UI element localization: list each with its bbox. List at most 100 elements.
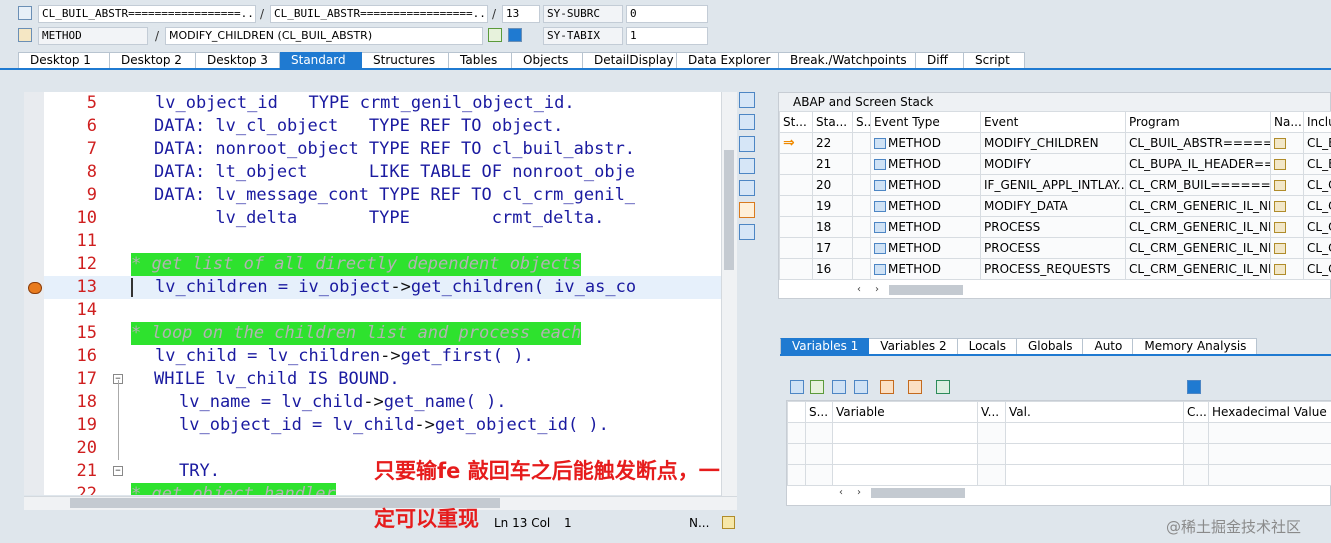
tab-desktop-3[interactable]: Desktop 3	[196, 52, 280, 69]
save-icon[interactable]	[1187, 380, 1201, 394]
col-header[interactable]: S...	[852, 111, 871, 133]
col-header[interactable]: St...	[779, 111, 813, 133]
sort-icon[interactable]	[880, 380, 894, 394]
services-tool-icon[interactable]	[739, 202, 755, 218]
tab-globals[interactable]: Globals	[1016, 338, 1084, 355]
settings-tool-icon[interactable]	[739, 224, 755, 240]
table-row[interactable]: 17 METHOD PROCESSCL_CRM_GENERIC_IL_NE... CL…	[779, 237, 1331, 259]
code-comment: * get list of all directly dependent obj…	[131, 253, 582, 276]
variables-hscroll-thumb[interactable]	[871, 488, 965, 498]
scroll-left-icon[interactable]: ‹	[839, 486, 843, 500]
navigate-icon[interactable]	[488, 28, 502, 42]
stack-level: 21	[812, 153, 853, 175]
desktop-tab-strip: Desktop 1 Desktop 2 Desktop 3 Standard S…	[18, 52, 1025, 69]
line-number-field[interactable]: 13	[502, 5, 540, 23]
info-icon[interactable]	[508, 28, 522, 42]
code-comment: * loop on the children list and process …	[131, 322, 582, 345]
table-row[interactable]: ⇒ 22 METHOD MODIFY_CHILDREN CL_BUIL_ABSTR===…	[779, 132, 1331, 154]
col-header[interactable]: Inclu	[1303, 111, 1331, 133]
col-header[interactable]: Variable	[832, 401, 978, 423]
maximize-tool-icon[interactable]	[739, 158, 755, 174]
col-header[interactable]: Sta...	[812, 111, 853, 133]
paste-icon[interactable]	[810, 380, 824, 394]
col-header[interactable]: Event	[980, 111, 1126, 133]
current-frame-cell	[779, 216, 813, 238]
col-header[interactable]: V...	[977, 401, 1006, 423]
tab-memory-analysis[interactable]: Memory Analysis	[1133, 338, 1258, 355]
transfer-icon[interactable]	[908, 380, 922, 394]
tab-underline	[0, 68, 1331, 70]
tab-variables-1[interactable]: Variables 1	[780, 338, 870, 355]
navigate-icon[interactable]	[1274, 159, 1286, 170]
tab-locals[interactable]: Locals	[957, 338, 1017, 355]
navigate-icon[interactable]	[1274, 138, 1286, 149]
table-row[interactable]: 21 METHOD MODIFYCL_BUPA_IL_HEADER==... CL_B	[779, 153, 1331, 175]
navigate-icon[interactable]	[1274, 222, 1286, 233]
tab-data-explorer[interactable]: Data Explorer	[677, 52, 779, 69]
col-header[interactable]: Na...	[1270, 111, 1304, 133]
tab-standard[interactable]: Standard	[280, 52, 362, 69]
copy-icon[interactable]	[832, 380, 846, 394]
scroll-right-icon[interactable]: ›	[857, 486, 861, 500]
col-header[interactable]: Event Type	[870, 111, 981, 133]
tab-variables-2[interactable]: Variables 2	[869, 338, 958, 355]
program-field[interactable]: CL_BUIL_ABSTR=================...	[38, 5, 256, 23]
delete-icon[interactable]	[790, 380, 804, 394]
breakpoint-icon[interactable]	[28, 282, 42, 294]
object-icon[interactable]	[936, 380, 950, 394]
tab-script[interactable]: Script	[964, 52, 1025, 69]
tab-structures[interactable]: Structures	[362, 52, 449, 69]
col-header[interactable]: Program	[1125, 111, 1271, 133]
navigate-icon[interactable]	[1274, 180, 1286, 191]
navigate-icon[interactable]	[1274, 201, 1286, 212]
swap-tool-icon[interactable]	[739, 136, 755, 152]
tab-diff[interactable]: Diff	[916, 52, 964, 69]
line-number: 13	[76, 277, 97, 297]
sysvar-value-subrc: 0	[626, 5, 708, 23]
close-source-icon[interactable]	[739, 92, 755, 108]
navigate-icon[interactable]	[1274, 243, 1286, 254]
table-row[interactable]: 19 METHOD MODIFY_DATACL_CRM_GENERIC_IL_NE.…	[779, 195, 1331, 217]
source-code-editor[interactable]: 5 lv_object_id TYPE crmt_genil_object_id.…	[24, 92, 737, 495]
tab-auto[interactable]: Auto	[1083, 338, 1134, 355]
tab-objects[interactable]: Objects	[512, 52, 583, 69]
navigate-icon[interactable]	[1274, 264, 1286, 275]
include-field[interactable]: CL_BUIL_ABSTR=================...	[270, 5, 488, 23]
table-row[interactable]: 20 METHOD IF_GENIL_APPL_INTLAY... CL_CRM_BU…	[779, 174, 1331, 196]
stack-level: 22	[812, 132, 853, 154]
table-row[interactable]: 18 METHOD PROCESSCL_CRM_GENERIC_IL_NE... CL…	[779, 216, 1331, 238]
tab-breakpoints[interactable]: Break./Watchpoints	[779, 52, 916, 69]
sysvar-label-subrc: SY-SUBRC	[543, 5, 623, 23]
table-row[interactable]	[787, 443, 1331, 465]
event-name-field[interactable]: MODIFY_CHILDREN (CL_BUIL_ABSTR)	[165, 27, 483, 45]
scroll-left-icon[interactable]: ‹	[857, 283, 861, 297]
table-row[interactable]: 16 METHOD PROCESS_REQUESTS CL_CRM_GENERIC_I…	[779, 258, 1331, 280]
col-header[interactable]: C...	[1183, 401, 1209, 423]
col-header[interactable]: Val.	[1005, 401, 1184, 423]
method-icon	[874, 264, 886, 275]
stack-hscroll-thumb[interactable]	[889, 285, 963, 295]
line-number: 6	[86, 116, 97, 136]
include-name: CL_C	[1303, 174, 1331, 196]
tab-desktop-1[interactable]: Desktop 1	[18, 52, 110, 69]
sysvar-value-tabix: 1	[626, 27, 708, 45]
tab-detaildisplay[interactable]: DetailDisplay	[583, 52, 677, 69]
code-line: 6 DATA: lv_cl_object TYPE REF TO object.	[25, 115, 737, 138]
fold-toggle[interactable]: −	[113, 466, 123, 476]
scroll-right-icon[interactable]: ›	[875, 283, 879, 297]
tab-tables[interactable]: Tables	[449, 52, 512, 69]
filter-icon[interactable]	[854, 380, 868, 394]
new-tool-icon[interactable]	[739, 114, 755, 130]
event-name: MODIFY_CHILDREN	[980, 132, 1126, 154]
tab-desktop-2[interactable]: Desktop 2	[110, 52, 196, 69]
editor-scroll-thumb[interactable]	[724, 150, 734, 270]
stack-level: 19	[812, 195, 853, 217]
col-header[interactable]: S...	[805, 401, 833, 423]
col-header[interactable]	[787, 401, 806, 423]
table-row[interactable]	[787, 464, 1331, 486]
variables-grid-panel: S... Variable V... Val. C... Hexadecimal…	[786, 400, 1331, 506]
layout-tool-icon[interactable]	[739, 180, 755, 196]
table-row[interactable]	[787, 422, 1331, 444]
include-name: CL_C	[1303, 258, 1331, 280]
col-header[interactable]: Hexadecimal Value	[1208, 401, 1331, 423]
